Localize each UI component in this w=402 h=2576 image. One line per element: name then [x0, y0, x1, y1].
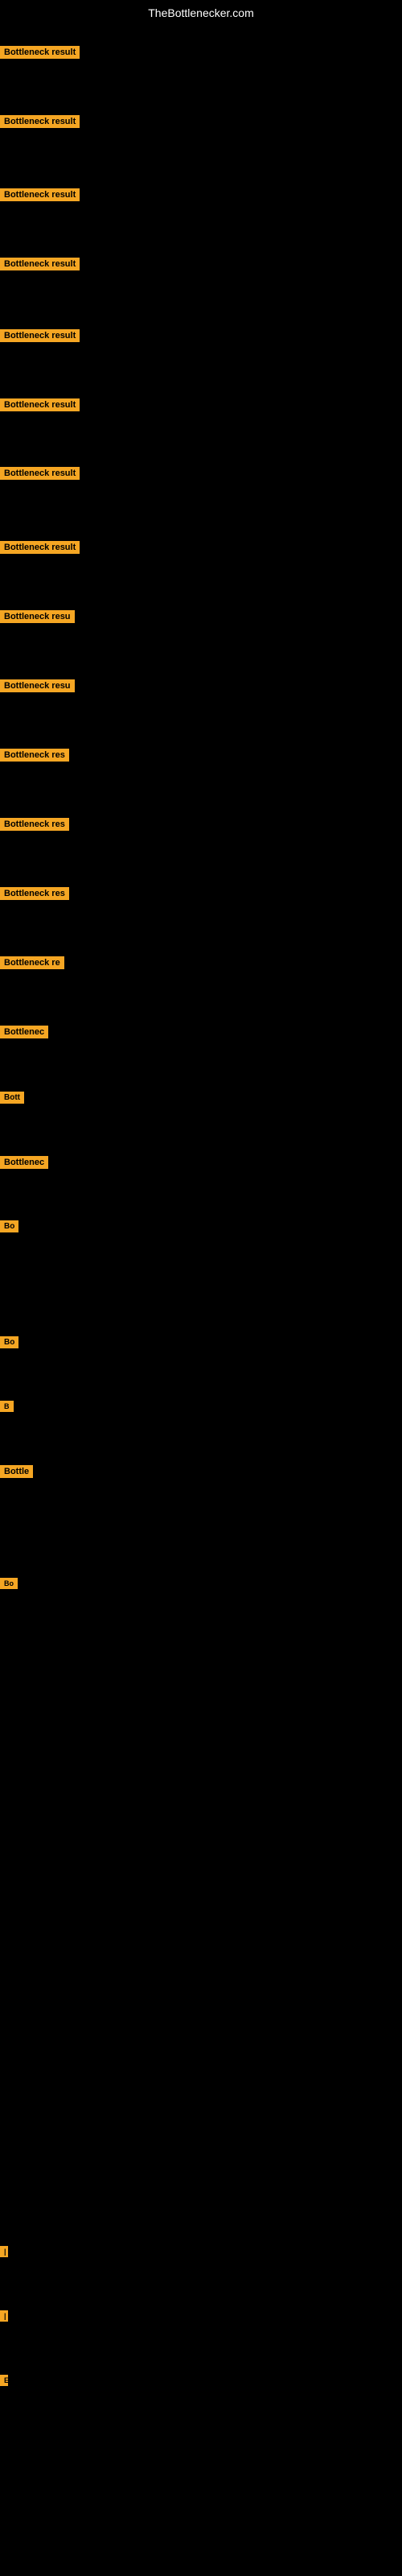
site-title: TheBottlenecker.com: [0, 0, 402, 26]
bottleneck-badge-24[interactable]: |: [0, 2310, 8, 2322]
bottleneck-badge-container-18: Bo: [0, 1220, 18, 1236]
bottleneck-badge-container-1: Bottleneck result: [0, 46, 80, 63]
bottleneck-badge-7[interactable]: Bottleneck result: [0, 467, 80, 480]
bottleneck-badge-container-20: B: [0, 1401, 14, 1416]
bottleneck-badge-container-19: Bo: [0, 1336, 18, 1352]
bottleneck-badge-container-7: Bottleneck result: [0, 467, 80, 484]
bottleneck-badge-11[interactable]: Bottleneck res: [0, 749, 69, 762]
bottleneck-badge-14[interactable]: Bottleneck re: [0, 956, 64, 969]
bottleneck-badge-container-8: Bottleneck result: [0, 541, 80, 558]
bottleneck-badge-10[interactable]: Bottleneck resu: [0, 679, 75, 692]
bottleneck-badge-container-23: |: [0, 2246, 6, 2261]
bottleneck-badge-container-13: Bottleneck res: [0, 887, 69, 904]
bottleneck-badge-20[interactable]: B: [0, 1401, 14, 1412]
bottleneck-badge-5[interactable]: Bottleneck result: [0, 329, 80, 342]
bottleneck-badge-13[interactable]: Bottleneck res: [0, 887, 69, 900]
bottleneck-badge-8[interactable]: Bottleneck result: [0, 541, 80, 554]
bottleneck-badge-4[interactable]: Bottleneck result: [0, 258, 80, 270]
bottleneck-badge-container-4: Bottleneck result: [0, 258, 80, 275]
bottleneck-badge-9[interactable]: Bottleneck resu: [0, 610, 75, 623]
bottleneck-badge-25[interactable]: E: [0, 2375, 8, 2386]
bottleneck-badge-container-5: Bottleneck result: [0, 329, 80, 346]
bottleneck-badge-6[interactable]: Bottleneck result: [0, 398, 80, 411]
bottleneck-badge-15[interactable]: Bottlenec: [0, 1026, 48, 1038]
bottleneck-badge-container-9: Bottleneck resu: [0, 610, 75, 627]
bottleneck-badge-container-11: Bottleneck res: [0, 749, 69, 766]
bottleneck-badge-container-14: Bottleneck re: [0, 956, 64, 973]
bottleneck-badge-21[interactable]: Bottle: [0, 1465, 33, 1478]
bottleneck-badge-1[interactable]: Bottleneck result: [0, 46, 80, 59]
bottleneck-badge-container-25: E: [0, 2375, 6, 2390]
bottleneck-badge-23[interactable]: |: [0, 2246, 8, 2257]
bottleneck-badge-container-21: Bottle: [0, 1465, 33, 1482]
bottleneck-badge-container-16: Bott: [0, 1092, 24, 1108]
bottleneck-badge-3[interactable]: Bottleneck result: [0, 188, 80, 201]
bottleneck-badge-container-3: Bottleneck result: [0, 188, 80, 205]
bottleneck-badge-2[interactable]: Bottleneck result: [0, 115, 80, 128]
bottleneck-badge-container-10: Bottleneck resu: [0, 679, 75, 696]
bottleneck-badge-container-17: Bottlenec: [0, 1156, 48, 1173]
bottleneck-badge-container-15: Bottlenec: [0, 1026, 48, 1042]
bottleneck-badge-12[interactable]: Bottleneck res: [0, 818, 69, 831]
bottleneck-badge-container-2: Bottleneck result: [0, 115, 80, 132]
bottleneck-badge-16[interactable]: Bott: [0, 1092, 24, 1104]
bottleneck-badge-18[interactable]: Bo: [0, 1220, 18, 1232]
bottleneck-badge-17[interactable]: Bottlenec: [0, 1156, 48, 1169]
bottleneck-badge-22[interactable]: Bo: [0, 1578, 18, 1589]
bottleneck-badge-container-24: |: [0, 2310, 6, 2326]
bottleneck-badge-container-12: Bottleneck res: [0, 818, 69, 835]
bottleneck-badge-container-6: Bottleneck result: [0, 398, 80, 415]
bottleneck-badge-container-22: Bo: [0, 1578, 18, 1593]
bottleneck-badge-19[interactable]: Bo: [0, 1336, 18, 1348]
